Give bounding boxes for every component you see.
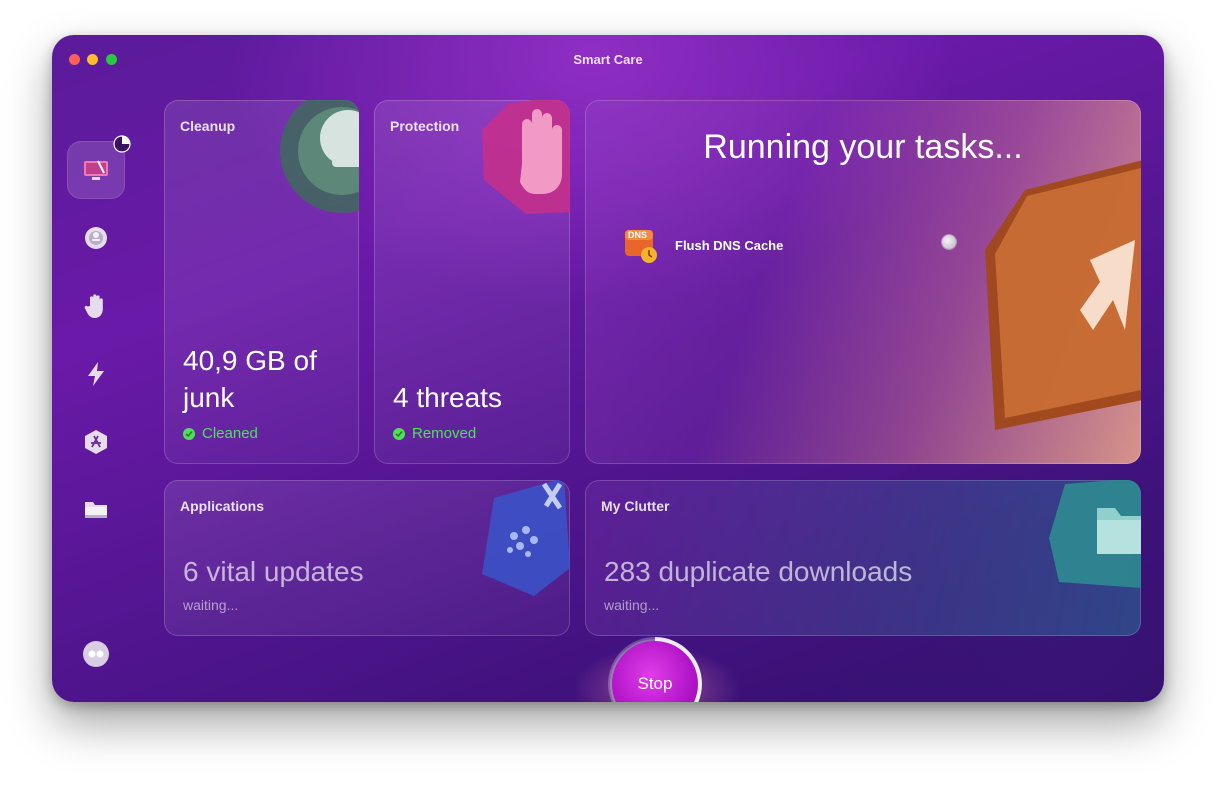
applications-card[interactable]: Applications 6 vital updates waiting...	[164, 480, 570, 636]
applications-status: waiting...	[183, 597, 239, 613]
hand-icon	[482, 100, 570, 214]
protection-card[interactable]: Protection 4 threats Removed	[374, 100, 570, 464]
performance-tile-icon	[985, 160, 1141, 430]
dns-icon-text: DNS	[628, 230, 648, 240]
sidebar-item-cleanup[interactable]	[67, 209, 125, 267]
cleanup-disc-icon	[83, 225, 109, 251]
assistant-button[interactable]	[67, 625, 125, 683]
cleanup-status-text: Cleaned	[202, 425, 258, 442]
stop-button[interactable]: Stop	[612, 641, 698, 702]
task-row: DNS Flush DNS Cache	[623, 228, 784, 263]
dns-icon: DNS	[623, 228, 657, 263]
task-name: Flush DNS Cache	[675, 237, 784, 253]
applications-label: Applications	[180, 498, 265, 514]
protection-status: Removed	[393, 425, 476, 442]
cleanup-value-line1: 40,9 GB of	[183, 345, 317, 376]
sidebar-item-protection[interactable]	[67, 277, 125, 335]
applications-value: 6 vital updates	[183, 556, 364, 587]
window-title: Smart Care	[573, 52, 643, 67]
lightning-icon	[84, 360, 108, 388]
check-icon	[183, 427, 195, 440]
folder-icon	[82, 498, 110, 522]
monitor-sweep-icon	[81, 155, 111, 185]
cleanup-value-line2: junk	[183, 382, 235, 413]
progress-pie-icon	[113, 135, 131, 153]
sidebar-item-performance[interactable]	[67, 345, 125, 403]
cleanup-label: Cleanup	[180, 118, 236, 134]
assistant-icon	[82, 640, 110, 668]
running-title: Running your tasks...	[703, 128, 1023, 166]
cleanup-status: Cleaned	[183, 425, 258, 442]
sidebar	[52, 105, 142, 685]
sidebar-item-applications[interactable]	[67, 413, 125, 471]
cleanup-disc-icon	[280, 100, 359, 213]
sidebar-item-my-clutter[interactable]	[67, 481, 125, 539]
cleanup-card[interactable]: Cleanup 40,9 GB of junk Cleaned	[164, 100, 359, 464]
running-tasks-card: Running your tasks... DNS Flush DNS Cach…	[585, 100, 1141, 464]
my-clutter-value: 283 duplicate downloads	[604, 556, 913, 587]
sidebar-item-smart-care[interactable]	[67, 135, 131, 199]
protection-value: 4 threats	[393, 382, 502, 413]
app-store-icon	[482, 480, 570, 596]
task-spinner	[942, 235, 956, 249]
my-clutter-status: waiting...	[604, 597, 660, 613]
check-icon	[393, 427, 405, 440]
folder-icon	[1049, 480, 1141, 588]
protection-status-text: Removed	[412, 425, 477, 442]
protection-label: Protection	[390, 118, 460, 134]
app-store-icon	[83, 428, 109, 456]
my-clutter-label: My Clutter	[601, 498, 670, 514]
my-clutter-card[interactable]: My Clutter 283 duplicate downloads waiti…	[585, 480, 1141, 636]
hand-icon	[83, 292, 109, 320]
app-window: Smart Care Cleanup 40,9 GB of junk Clean…	[52, 35, 1164, 702]
